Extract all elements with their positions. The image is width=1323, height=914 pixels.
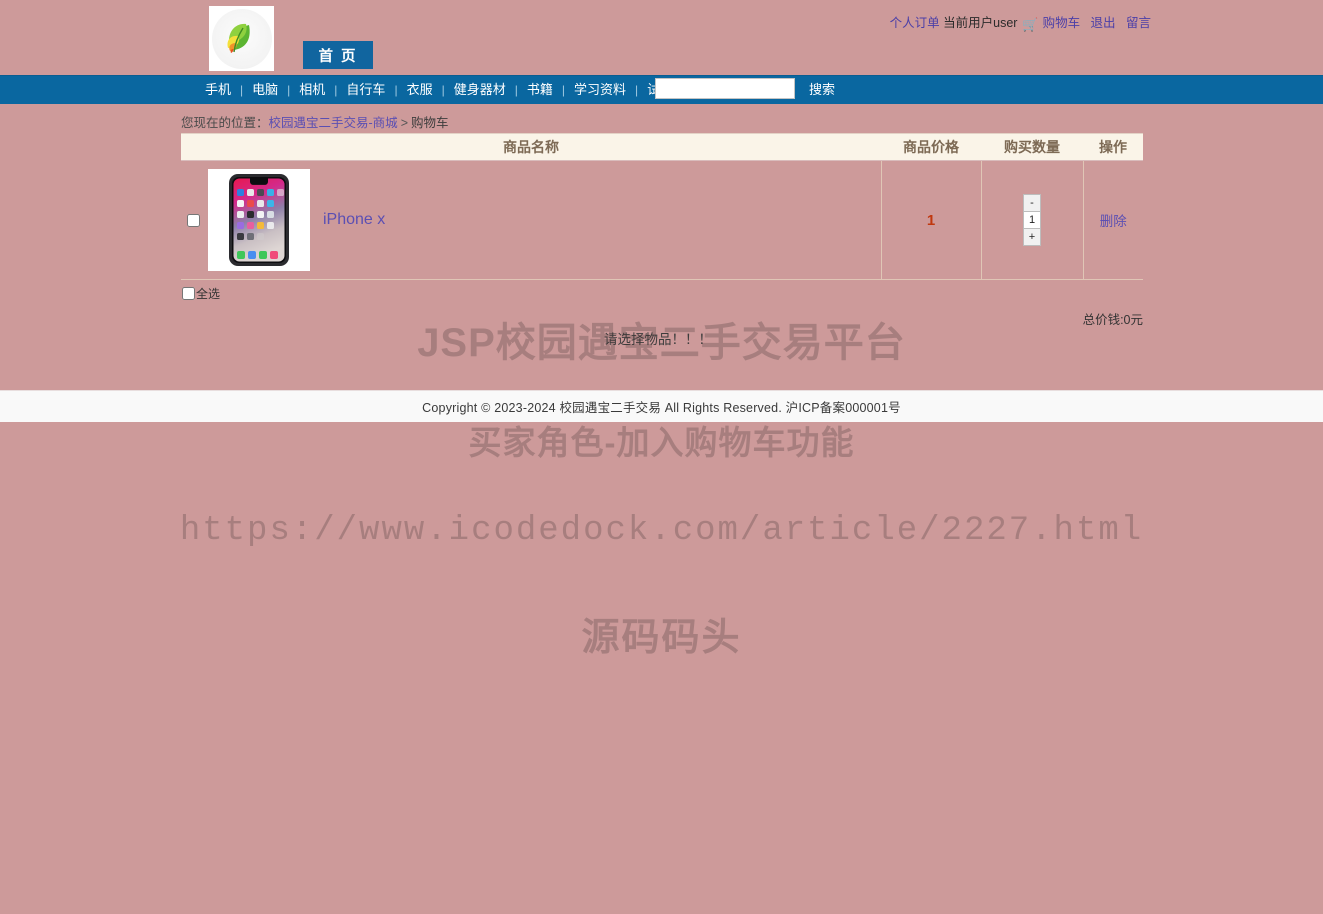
nav-item-clothes[interactable]: 衣服 — [398, 76, 442, 104]
footer-copyright: Copyright © 2023-2024 校园遇宝二手交易 All Right… — [422, 401, 901, 415]
site-footer: Copyright © 2023-2024 校园遇宝二手交易 All Right… — [0, 390, 1323, 422]
product-name-link[interactable]: iPhone x — [323, 211, 385, 229]
cart-header-row: 商品名称 商品价格 购买数量 操作 — [181, 133, 1143, 161]
quantity-value-input[interactable]: 1 — [1023, 211, 1041, 229]
home-button[interactable]: 首 页 — [303, 41, 373, 69]
category-nav-items: 手机 | 电脑 | 相机 | 自行车 | 衣服 | 健身器材 | 书籍 | 学习… — [196, 76, 685, 104]
nav-item-study-materials[interactable]: 学习资料 — [565, 76, 635, 104]
leaf-logo-icon — [211, 8, 272, 69]
logout-link[interactable]: 退出 — [1091, 16, 1116, 30]
cell-action: 删除 — [1082, 160, 1143, 280]
column-header-price: 商品价格 — [881, 133, 981, 161]
message-board-link[interactable]: 留言 — [1126, 16, 1151, 30]
search-input[interactable] — [655, 78, 795, 99]
cell-product-price: 1 — [880, 160, 981, 280]
cell-quantity: - 1 + — [980, 160, 1083, 280]
site-logo[interactable] — [209, 6, 274, 71]
leaf-logo-svg — [226, 23, 250, 53]
cart-table-body: iPhone x 1 - 1 + 删除 — [181, 160, 1143, 280]
search-area: 搜索 — [655, 78, 835, 99]
watermark-brand: 源码码头 — [581, 617, 742, 659]
table-row: iPhone x 1 - 1 + 删除 — [181, 160, 1143, 280]
breadcrumb-link-mall[interactable]: 校园遇宝二手交易-商城 — [269, 116, 398, 130]
current-user-label: 当前用户user — [943, 16, 1018, 30]
nav-item-books[interactable]: 书籍 — [518, 76, 562, 104]
checkout-submit-button[interactable]: 请选择物品！！！ — [604, 328, 712, 348]
cart-table-container: 商品名称 商品价格 购买数量 操作 iPhone x 1 - 1 + 删除 — [181, 133, 1143, 280]
search-button[interactable]: 搜索 — [809, 79, 835, 98]
nav-item-phones[interactable]: 手机 — [196, 76, 240, 104]
delete-item-link[interactable]: 删除 — [1100, 214, 1127, 229]
quantity-stepper: - 1 + — [1023, 194, 1041, 246]
product-thumbnail[interactable] — [208, 169, 310, 271]
breadcrumb-current: 购物车 — [411, 116, 449, 130]
shopping-cart-icon: 🛒 — [1021, 17, 1039, 32]
watermark-url: https://www.icodedock.com/article/2227.h… — [179, 512, 1144, 550]
cell-product-name: iPhone x — [181, 160, 881, 280]
cart-link[interactable]: 购物车 — [1043, 16, 1081, 30]
personal-orders-link[interactable]: 个人订单 — [890, 16, 940, 30]
nav-item-computers[interactable]: 电脑 — [243, 76, 287, 104]
select-all-checkbox[interactable] — [182, 287, 195, 300]
column-header-product-name: 商品名称 — [181, 133, 881, 161]
select-all-label[interactable]: 全选 — [196, 285, 220, 302]
page-root: 个人订单 当前用户user 🛒 购物车 退出 留言 首 页 手机 | 电脑 | … — [0, 0, 1323, 914]
nav-item-bicycles[interactable]: 自行车 — [337, 76, 394, 104]
cart-table-head: 商品名称 商品价格 购买数量 操作 — [181, 133, 1143, 161]
header-utility-links: 个人订单 当前用户user 🛒 购物车 退出 留言 — [890, 12, 1151, 33]
product-name-wrapper: iPhone x — [181, 169, 881, 271]
row-select-checkbox[interactable] — [187, 213, 200, 227]
cart-table: 商品名称 商品价格 购买数量 操作 iPhone x 1 - 1 + 删除 — [181, 133, 1143, 280]
site-header: 个人订单 当前用户user 🛒 购物车 退出 留言 首 页 — [0, 0, 1323, 75]
nav-item-cameras[interactable]: 相机 — [290, 76, 334, 104]
iphone-x-product-image — [229, 174, 289, 266]
watermark-subtitle: 买家角色-加入购物车功能 — [468, 424, 855, 461]
breadcrumb: 您现在的位置：校园遇宝二手交易-商城 > 购物车 — [181, 112, 449, 131]
total-price-label: 总价钱:0元 — [1082, 313, 1143, 327]
quantity-increase-button[interactable]: + — [1023, 228, 1041, 246]
breadcrumb-prefix: 您现在的位置： — [181, 116, 269, 130]
quantity-decrease-button[interactable]: - — [1023, 194, 1041, 212]
column-header-action: 操作 — [1083, 133, 1143, 161]
column-header-quantity: 购买数量 — [981, 133, 1083, 161]
breadcrumb-separator: > — [400, 116, 408, 130]
select-all-row: 全选 — [182, 285, 220, 302]
nav-item-fitness[interactable]: 健身器材 — [445, 76, 515, 104]
category-navbar: 手机 | 电脑 | 相机 | 自行车 | 衣服 | 健身器材 | 书籍 | 学习… — [0, 75, 1323, 104]
